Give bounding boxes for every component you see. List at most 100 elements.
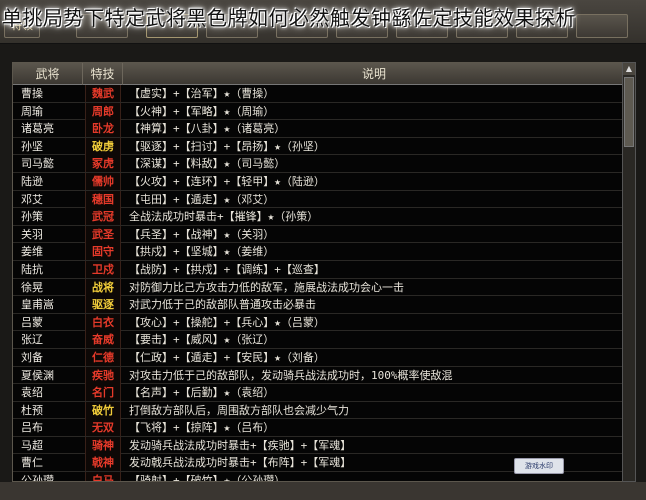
table-row[interactable]: 姜维 固守 【拱戍】+【坚城】★（姜维） — [13, 243, 623, 261]
general-name: 徐晃 — [21, 280, 43, 294]
skill-description: 【虚实】+【治军】★（曹操） — [129, 87, 275, 100]
skill-description: 对防御力比己方攻击力低的敌军，施展战法成功会心一击 — [129, 280, 404, 294]
special-skill: 卫戍 — [85, 260, 121, 278]
skill-description: 【名声】+【后勤】★（袁绍） — [129, 386, 275, 400]
vertical-scrollbar[interactable]: ▲ — [622, 62, 636, 482]
general-name: 陆逊 — [21, 174, 43, 188]
general-name: 关羽 — [21, 227, 43, 241]
skill-description: 发动骑兵战法成功时暴击+【疾驰】+【军魂】 — [129, 438, 352, 452]
skill-description: 【驱逐】+【扫讨】+【昂扬】★（孙坚） — [129, 139, 325, 153]
special-skill: 武圣 — [85, 225, 121, 243]
skill-description: 【神算】+【八卦】★（诸葛亮） — [129, 122, 286, 136]
special-skill: 武冠 — [85, 208, 121, 226]
table-row[interactable]: 袁绍 名门 【名声】+【后勤】★（袁绍） — [13, 384, 623, 402]
special-skill: 奋威 — [85, 331, 121, 349]
special-skill: 儒帅 — [85, 172, 121, 190]
skill-description: 【飞将】+【掠阵】★（吕布） — [129, 421, 275, 435]
table-row[interactable]: 杜预 破竹 打倒敌方部队后，周围敌方部队也会减少气力 — [13, 401, 623, 420]
skill-description: 【战防】+【拱戍】+【调练】+【巡查】 — [129, 262, 325, 276]
table-row[interactable]: 吕布 无双 【飞将】+【掠阵】★（吕布） — [13, 419, 623, 437]
table-row[interactable]: 曹操 魏武 【虚实】+【治军】★（曹操） — [13, 85, 623, 103]
special-skill: 无双 — [85, 419, 121, 437]
general-name: 袁绍 — [21, 386, 43, 400]
skill-description: 【火神】+【军略】★（周瑜） — [129, 104, 275, 118]
table-row[interactable]: 吕蒙 白衣 【攻心】+【操舵】+【兵心】★（吕蒙） — [13, 313, 623, 332]
special-skill: 驱逐 — [85, 296, 121, 314]
table-row[interactable]: 陆逊 儒帅 【火攻】+【连环】+【轻甲】★（陆逊） — [13, 172, 623, 191]
special-skill: 破竹 — [85, 401, 121, 419]
skill-description: 【深谋】+【料敌】★（司马懿） — [129, 157, 286, 171]
special-skill: 周郎 — [85, 102, 121, 120]
special-skill: 魏武 — [85, 85, 121, 102]
general-name: 吕布 — [21, 421, 43, 435]
table-row[interactable]: 夏侯渊 疾驰 对攻击力低于己的敌部队，发动骑兵战法成功时，100%概率使敌混 — [13, 366, 623, 385]
table-row[interactable]: 刘备 仁德 【仁政】+【遁走】+【安民】★（刘备） — [13, 348, 623, 367]
special-skill: 战将 — [85, 278, 121, 296]
general-skill-table: 武将 特技 说明 曹操 魏武 【虚实】+【治军】★（曹操） 周瑜 周郎 【火神】+【军略】… — [12, 62, 624, 482]
skill-description: 全战法成功时暴击+【摧锋】★（孙策） — [129, 210, 319, 224]
general-name: 邓艾 — [21, 192, 43, 206]
skill-description: 打倒敌方部队后，周围敌方部队也会减少气力 — [129, 403, 349, 417]
general-name: 陆抗 — [21, 262, 43, 276]
header-skill[interactable]: 特技 — [83, 63, 123, 85]
table-row[interactable]: 邓艾 穗国 【屯田】+【遁走】★（邓艾） — [13, 190, 623, 209]
overlay-title: 单挑局势下特定武将黑色牌如何必然触发钟繇佐定技能效果探析 — [2, 6, 576, 30]
general-name: 周瑜 — [21, 104, 43, 118]
general-name: 孙坚 — [21, 139, 43, 153]
skill-description: 【屯田】+【遁走】★（邓艾） — [129, 192, 275, 206]
scroll-thumb[interactable] — [624, 77, 634, 147]
general-name: 司马懿 — [21, 157, 54, 171]
table-row[interactable]: 司马懿 冢虎 【深谋】+【料敌】★（司马懿） — [13, 155, 623, 173]
table-body: 曹操 魏武 【虚实】+【治军】★（曹操） 周瑜 周郎 【火神】+【军略】★（周瑜） 诸葛亮 卧… — [13, 85, 623, 482]
table-header: 武将 特技 说明 — [13, 63, 623, 85]
general-name: 公孙瓒 — [21, 474, 54, 482]
table-row[interactable]: 孙策 武冠 全战法成功时暴击+【摧锋】★（孙策） — [13, 208, 623, 226]
special-skill: 名门 — [85, 384, 121, 402]
general-name: 夏侯渊 — [21, 368, 54, 382]
general-name: 诸葛亮 — [21, 122, 54, 136]
skill-description: 【仁政】+【遁走】+【安民】★（刘备） — [129, 350, 325, 364]
header-name[interactable]: 武将 — [13, 63, 83, 85]
table-row[interactable]: 张辽 奋威 【要击】+【威风】★（张辽） — [13, 331, 623, 349]
table-row[interactable]: 马超 骑神 发动骑兵战法成功时暴击+【疾驰】+【军魂】 — [13, 436, 623, 455]
table-row[interactable]: 皇甫嵩 驱逐 对武力低于己的敌部队普通攻击必暴击 — [13, 296, 623, 314]
special-skill: 仁德 — [85, 348, 121, 366]
general-name: 皇甫嵩 — [21, 298, 54, 312]
special-skill: 卧龙 — [85, 120, 121, 138]
skill-description: 【兵圣】+【战神】★（关羽） — [129, 227, 275, 241]
special-skill: 疾驰 — [85, 366, 121, 384]
table-row[interactable]: 关羽 武圣 【兵圣】+【战神】★（关羽） — [13, 225, 623, 244]
general-name: 曹仁 — [21, 456, 43, 470]
general-name: 马超 — [21, 438, 43, 452]
special-skill: 白马 — [85, 472, 121, 481]
table-row[interactable]: 陆抗 卫戍 【战防】+【拱戍】+【调练】+【巡查】 — [13, 260, 623, 279]
special-skill: 破虏 — [85, 137, 121, 155]
general-name: 曹操 — [21, 87, 43, 100]
skill-description: 【攻心】+【操舵】+【兵心】★（吕蒙） — [129, 315, 325, 329]
special-skill: 骑神 — [85, 436, 121, 454]
special-skill: 白衣 — [85, 313, 121, 331]
general-name: 杜预 — [21, 403, 43, 417]
special-skill: 冢虎 — [85, 155, 121, 173]
general-name: 吕蒙 — [21, 315, 43, 329]
skill-description: 对攻击力低于己的敌部队，发动骑兵战法成功时，100%概率使敌混 — [129, 368, 453, 382]
table-row[interactable]: 徐晃 战将 对防御力比己方攻击力低的敌军，施展战法成功会心一击 — [13, 278, 623, 297]
general-name: 姜维 — [21, 245, 43, 259]
table-row[interactable]: 诸葛亮 卧龙 【神算】+【八卦】★（诸葛亮） — [13, 120, 623, 138]
skill-description: 【火攻】+【连环】+【轻甲】★（陆逊） — [129, 174, 325, 188]
general-name: 刘备 — [21, 350, 43, 364]
watermark-logo: 游戏水印 — [514, 458, 564, 474]
skill-description: 【拱戍】+【坚城】★（姜维） — [129, 245, 275, 259]
header-description[interactable]: 说明 — [123, 63, 623, 85]
general-name: 孙策 — [21, 210, 43, 224]
table-row[interactable]: 周瑜 周郎 【火神】+【军略】★（周瑜） — [13, 102, 623, 121]
table-row[interactable]: 孙坚 破虏 【驱逐】+【扫讨】+【昂扬】★（孙坚） — [13, 137, 623, 156]
bottom-bar — [0, 482, 646, 500]
scroll-up-arrow-icon[interactable]: ▲ — [623, 63, 635, 75]
special-skill: 戟神 — [85, 454, 121, 472]
special-skill: 穗国 — [85, 190, 121, 208]
special-skill: 固守 — [85, 243, 121, 261]
skill-description: 【要击】+【威风】★（张辽） — [129, 333, 275, 347]
skill-description: 对武力低于己的敌部队普通攻击必暴击 — [129, 298, 316, 312]
general-name: 张辽 — [21, 333, 43, 347]
